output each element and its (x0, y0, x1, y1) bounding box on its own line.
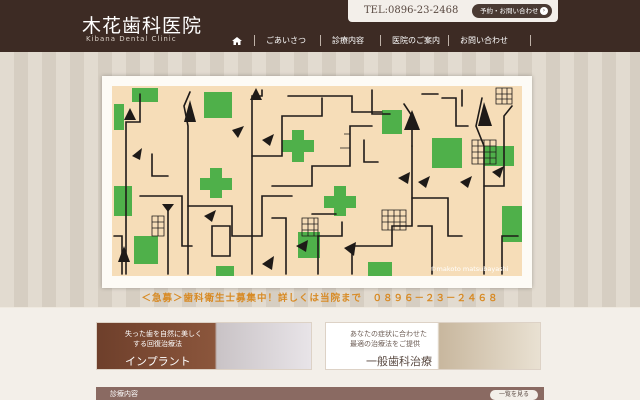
contact-button-label: 予約・お問い合わせ (480, 7, 539, 15)
menu-list-link[interactable]: 一覧を見る (490, 390, 538, 400)
artwork-credit: ©makoto matsubayashi (430, 265, 509, 273)
nav-item-greeting[interactable]: ごあいさつ (266, 35, 306, 46)
arrow-right-icon: › (540, 7, 548, 15)
menu-section-title: 診療内容 (110, 390, 138, 398)
recruit-banner[interactable]: ＜急募＞歯科衛生士募集中！詳しくは当院まで ０８９６－２３－２４６８ (0, 290, 640, 308)
general-card-line2: 最適の治療法をご提供 (350, 340, 420, 348)
implant-card-line1: 失った歯を自然に美しく (125, 330, 202, 338)
nav-divider (448, 35, 449, 46)
nav-item-contact[interactable]: お問い合わせ (460, 35, 508, 46)
contact-button[interactable]: 予約・お問い合わせ › (472, 4, 552, 18)
nav-divider (254, 35, 255, 46)
implant-card-line2: する回復治療法 (133, 340, 182, 348)
implant-card[interactable]: 失った歯を自然に美しく する回復治療法 インプラント (96, 322, 312, 370)
site-header: 木花歯科医院 Kibana Dental Clinic TEL:0896-23-… (0, 0, 640, 52)
home-icon[interactable] (232, 37, 242, 45)
hero-illustration (113, 87, 522, 276)
hero-artwork (112, 86, 522, 276)
nav-divider (380, 35, 381, 46)
general-card-title: 一般歯科治療 (366, 355, 432, 368)
nav-divider (320, 35, 321, 46)
implant-card-title: インプラント (125, 355, 191, 368)
phone-number: TEL:0896-23-2468 (364, 5, 459, 16)
treatment-menu-bar: 診療内容 一覧を見る (96, 387, 544, 400)
general-card-line1: あなたの症状に合わせた (350, 330, 427, 338)
clinic-logo-title[interactable]: 木花歯科医院 (82, 11, 202, 38)
contact-box: TEL:0896-23-2468 予約・お問い合わせ › (348, 0, 558, 22)
general-dentistry-card[interactable]: あなたの症状に合わせた 最適の治療法をご提供 一般歯科治療 (325, 322, 541, 370)
clinic-logo-subtitle: Kibana Dental Clinic (86, 35, 177, 43)
nav-divider (530, 35, 531, 46)
nav-item-clinic-guide[interactable]: 医院のご案内 (392, 35, 440, 46)
nav-item-treatment[interactable]: 診療内容 (332, 35, 364, 46)
